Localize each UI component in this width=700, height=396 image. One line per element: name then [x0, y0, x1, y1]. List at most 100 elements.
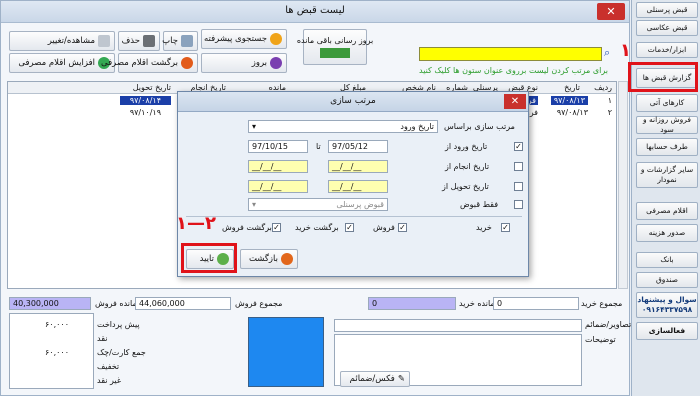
image-path-field[interactable] — [334, 319, 582, 332]
return-sales-checkbox[interactable]: ✓ — [272, 223, 281, 232]
sidebar-item-daily-sales[interactable]: فروش روزانه و سود — [636, 115, 698, 134]
row-date: ۹۷/۰۸/۱۳ — [550, 96, 588, 105]
step-label-1: ۱ — [620, 40, 631, 61]
sidebar-item-future-tasks[interactable]: کارهای آتی — [636, 94, 698, 112]
add-consumables-button[interactable]: افزایش اقلام مصرفی — [9, 53, 115, 73]
row-index: ۲ — [607, 108, 612, 117]
advanced-search-label: جستجوی پیشرفته — [203, 34, 267, 44]
row-delivery: ۹۷/۱۰/۱۹ — [129, 108, 161, 117]
dialog-title-bar: مرتب سازی ✕ — [178, 92, 528, 112]
total-purchase-field: 0 — [493, 297, 579, 310]
discount-label: تخفیف — [97, 362, 120, 371]
table-scrollbar[interactable] — [618, 81, 628, 289]
search-input[interactable] — [419, 47, 602, 61]
sort-hint: برای مرتب کردن لیست برروی عنوان ستون ها … — [419, 66, 608, 75]
purchase-checkbox[interactable]: ✓ — [501, 223, 510, 232]
only-receipts-label: فقط قبوض — [460, 200, 499, 209]
print-button[interactable]: چاپ — [162, 31, 198, 51]
back-button[interactable]: بازگشت — [240, 249, 298, 269]
notes-label: توضیحات — [585, 335, 616, 344]
entry-date-checkbox[interactable]: ✓ — [514, 142, 523, 151]
entry-from-field[interactable]: 97/05/12 — [328, 140, 388, 153]
grid-icon — [98, 35, 110, 47]
printer-icon — [181, 35, 193, 47]
print-label: چاپ — [162, 36, 178, 46]
sidebar-item-photo-receipt[interactable]: قبض عکاسی — [636, 20, 698, 36]
trash-icon — [143, 35, 155, 47]
col-delivery-date[interactable]: تاریخ تحویل — [133, 83, 171, 92]
refresh-icon — [270, 57, 282, 69]
noncash-label: غیر نقد — [97, 376, 122, 385]
add-consumables-label: افزایش اقلام مصرفی — [18, 58, 95, 68]
suggestion-box[interactable]: سوال و پیشنهاد ۰۹۱۶۴۳۳۷۵۹۸ — [636, 292, 698, 318]
paperclip-icon: ✎ — [397, 374, 405, 384]
sort-by-label: مرتب سازی براساس — [444, 122, 515, 131]
delivery-date-checkbox[interactable] — [514, 182, 523, 191]
return-consumables-button[interactable]: برگشت اقلام مصرفی — [101, 53, 198, 73]
sidebar-item-expense[interactable]: صدور هزینه — [636, 224, 698, 242]
done-date-checkbox[interactable] — [514, 162, 523, 171]
activate-button[interactable]: فعالسازی — [636, 322, 698, 340]
return-purchase-label: برگشت خرید — [295, 223, 339, 232]
sidebar-item-other-reports[interactable]: سایر گزارشات و نمودار — [636, 162, 698, 188]
title-bar: لیست قبض ها ✕ — [1, 1, 629, 23]
image-preview[interactable] — [248, 317, 324, 387]
sidebar-item-cashbox[interactable]: صندوق — [636, 272, 698, 288]
return-consumables-label: برگشت اقلام مصرفی — [101, 58, 178, 68]
cash-label: نقد — [97, 334, 108, 343]
sidebar: قبض پرسنلی قبض عکاسی ابزار/خدمات گزارش ق… — [631, 0, 700, 396]
money-icon — [320, 48, 350, 58]
step-label-1-2: ۱—۲ — [176, 213, 216, 234]
remaining-sales-label: مانده فروش — [95, 299, 137, 308]
divider — [186, 216, 522, 217]
card-value: ۶۰,۰۰۰ — [45, 348, 70, 357]
advanced-search-button[interactable]: جستجوی پیشرفته — [201, 29, 287, 49]
personnel-value: قبوض پرسنلی — [336, 200, 384, 209]
col-date[interactable]: تاریخ — [564, 83, 580, 92]
dialog-close-button[interactable]: ✕ — [504, 94, 526, 109]
purchase-label: خرید — [476, 223, 492, 232]
col-index[interactable]: ردیف — [594, 83, 612, 92]
sales-label: فروش — [373, 223, 395, 232]
delivery-from-field[interactable]: __/__/__ — [328, 180, 388, 193]
total-sales-label: مجموع فروش — [235, 299, 283, 308]
done-from-field[interactable]: __/__/__ — [328, 160, 388, 173]
suggestion-title: سوال و پیشنهاد — [637, 295, 697, 304]
sales-checkbox[interactable]: ✓ — [398, 223, 407, 232]
sidebar-item-tools-services[interactable]: ابزار/خدمات — [636, 42, 698, 58]
sidebar-item-accounts[interactable]: طرف حسابها — [636, 138, 698, 156]
sidebar-item-personnel-receipt[interactable]: قبض پرسنلی — [636, 2, 698, 18]
receipt-list-window: لیست قبض ها ✕ مشاهده/تغییر حذف چاپ جستجو… — [0, 0, 652, 396]
sidebar-item-consumables[interactable]: اقلام مصرفی — [636, 202, 698, 220]
dialog-title: مرتب سازی — [330, 96, 376, 106]
window-title: لیست قبض ها — [285, 5, 345, 16]
view-edit-label: مشاهده/تغییر — [47, 36, 95, 46]
update-remaining-label: بروز رسانی باقی مانده — [296, 36, 374, 45]
entry-date-label: تاریخ ورود از — [445, 142, 488, 151]
prepayment-label: پیش پرداخت — [97, 320, 140, 329]
update-remaining-button[interactable]: بروز رسانی باقی مانده — [297, 29, 373, 65]
return-purchase-checkbox[interactable]: ✓ — [345, 223, 354, 232]
chevron-down-icon: ▾ — [252, 200, 257, 209]
undo-icon — [281, 253, 293, 265]
delete-button[interactable]: حذف — [118, 31, 160, 51]
prepayment-value: ۶۰,۰۰۰ — [45, 320, 70, 329]
fax-attachments-button[interactable]: فکس/ضمائم ✎ — [340, 371, 410, 387]
view-edit-button[interactable]: مشاهده/تغییر — [9, 31, 115, 51]
refresh-button[interactable]: بروز — [201, 53, 287, 73]
sort-by-select[interactable]: تاریخ ورود ▾ — [248, 120, 438, 133]
sidebar-item-bank[interactable]: بانک — [636, 252, 698, 268]
receipt-reports-highlight — [628, 62, 698, 92]
only-receipts-checkbox[interactable] — [514, 200, 523, 209]
remaining-purchase-label: مانده خرید — [459, 299, 495, 308]
entry-to-field[interactable]: 97/10/15 — [248, 140, 308, 153]
close-button[interactable]: ✕ — [597, 3, 625, 20]
done-to-field[interactable]: __/__/__ — [248, 160, 308, 173]
delivery-to-field[interactable]: __/__/__ — [248, 180, 308, 193]
total-purchase-label: مجموع خرید — [581, 299, 623, 308]
return-sales-label: برگشت فروش — [222, 223, 272, 232]
personnel-select[interactable]: قبوض پرسنلی ▾ — [248, 198, 388, 211]
magnifier-icon[interactable]: ⌕ — [604, 46, 610, 60]
row-delivery: ۹۷/۰۸/۱۴ — [119, 96, 171, 105]
search-icon — [270, 33, 282, 45]
